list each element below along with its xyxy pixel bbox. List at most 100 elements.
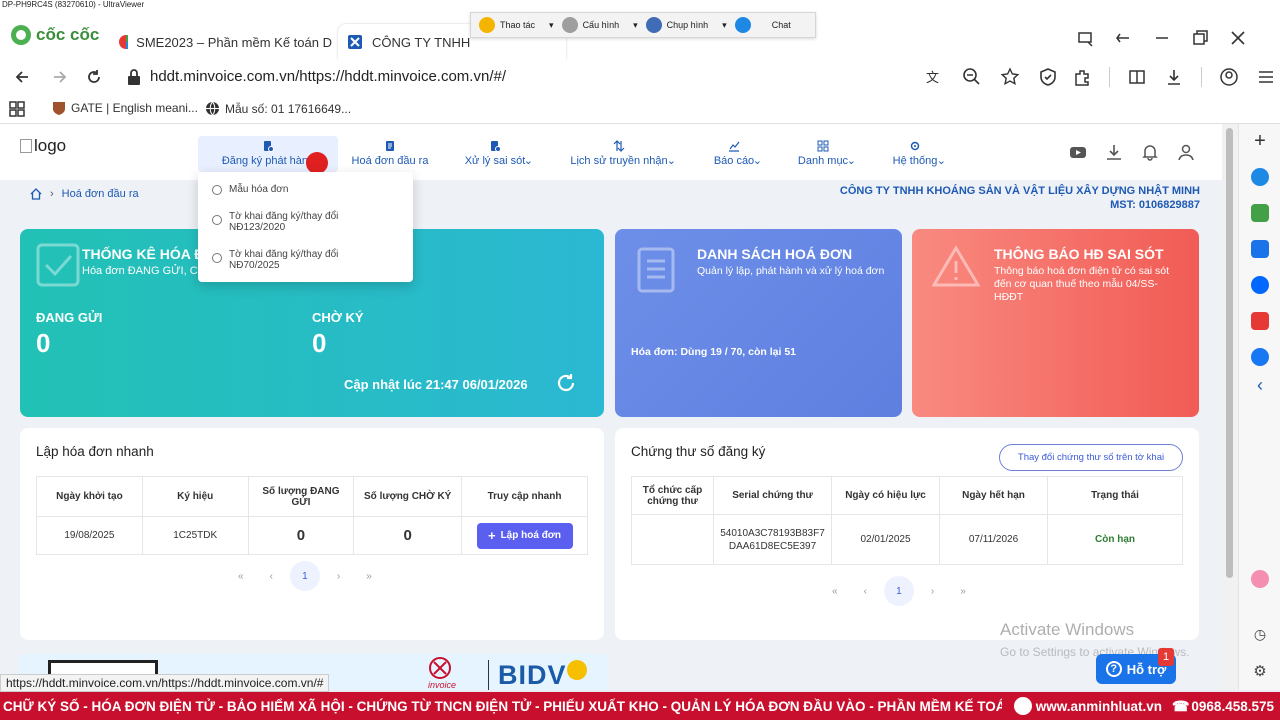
collapse-chevron-icon[interactable]: ‹ <box>1251 376 1269 394</box>
current-page[interactable]: 1 <box>289 561 320 591</box>
pending-value: 0 <box>312 328 327 358</box>
menu-danh-muc[interactable]: Danh mục ⌄ <box>788 136 858 172</box>
minimize-icon[interactable] <box>1152 28 1172 48</box>
reload-icon[interactable] <box>84 67 104 87</box>
uv-screenshot-button[interactable]: Chụp hình ▾ <box>645 17 727 33</box>
translate-app-icon[interactable] <box>1251 240 1269 258</box>
refresh-icon[interactable] <box>555 372 577 394</box>
window-controls <box>1076 28 1248 48</box>
user-icon[interactable] <box>1176 142 1196 162</box>
first-page-icon[interactable]: « <box>238 571 244 582</box>
menu-label: Lịch sử truyền nhận <box>570 155 668 167</box>
translate-icon[interactable]: 文 <box>924 67 944 87</box>
cell-symbol: 1C25TDK <box>141 516 249 555</box>
menu-he-thong[interactable]: Hệ thống ⌄ <box>882 136 948 172</box>
table-row[interactable]: 19/08/2025 1C25TDK 0 0 + Lập hoá đơn <box>36 516 588 555</box>
settings-icon[interactable]: ⚙ <box>1251 662 1269 680</box>
certificate-table: Tổ chức cấp chứng thư Serial chứng thư N… <box>631 476 1183 565</box>
dropdown-item-nd123[interactable]: Tờ khai đăng ký/thay đổi NĐ123/2020 <box>212 211 362 233</box>
quick-table: Ngày khởi tạo Ký hiệu Số lượng ĐANG GỬI … <box>36 476 588 555</box>
phone-icon: ☎ <box>1171 697 1190 714</box>
gear-icon <box>561 17 578 33</box>
history-icon[interactable]: ◷ <box>1251 626 1269 644</box>
home-icon[interactable] <box>30 188 42 200</box>
scrollbar-thumb[interactable] <box>1226 128 1233 578</box>
transfer-arrows-icon <box>613 140 625 152</box>
facebook-icon[interactable] <box>1251 348 1269 366</box>
stats-subtitle: Hóa đơn ĐANG GỬI, C <box>82 265 198 277</box>
reading-list-icon[interactable] <box>1076 28 1096 48</box>
forward-arrow-icon[interactable] <box>50 67 70 87</box>
uv-config-button[interactable]: Cấu hình ▾ <box>561 17 638 33</box>
page-scrollbar[interactable] <box>1222 124 1238 690</box>
first-page-icon[interactable]: « <box>832 586 838 597</box>
download-icon[interactable] <box>1164 67 1184 87</box>
logo[interactable]: logo <box>20 136 66 156</box>
menu-bao-cao[interactable]: Báo cáo ⌄ <box>704 136 764 172</box>
messenger-icon[interactable] <box>1251 168 1269 186</box>
game-icon[interactable] <box>1251 204 1269 222</box>
profile-icon[interactable] <box>1219 67 1239 87</box>
prev-page-icon[interactable]: ‹ <box>864 586 867 597</box>
warning-icon <box>932 245 980 287</box>
bookmark-mau-so[interactable]: Mẫu số: 01 17616649... <box>205 101 351 116</box>
url-text[interactable]: hddt.minvoice.com.vn/https://hddt.minvoi… <box>150 68 506 85</box>
current-page[interactable]: 1 <box>883 576 914 606</box>
ticker-phone[interactable]: 0968.458.575 <box>1191 699 1274 714</box>
download-icon[interactable] <box>1104 142 1124 162</box>
avatar[interactable] <box>1251 570 1269 588</box>
uv-actions-button[interactable]: Thao tác ▾ <box>479 17 554 33</box>
dropdown-item-nd70[interactable]: Tờ khai đăng ký/thay đổi NĐ70/2025 <box>212 249 362 271</box>
next-page-icon[interactable]: › <box>337 571 340 582</box>
hamburger-menu-icon[interactable] <box>1256 67 1276 87</box>
column-header: Ngày khởi tạo <box>36 476 143 517</box>
breadcrumb-current[interactable]: Hoá đơn đầu ra <box>62 188 139 200</box>
dropdown-label: Tờ khai đăng ký/thay đổi NĐ70/2025 <box>229 249 339 271</box>
zoom-out-icon[interactable] <box>962 67 982 87</box>
minvoice-tab-icon <box>348 35 362 49</box>
create-invoice-button[interactable]: + Lập hoá đơn <box>476 522 573 549</box>
extensions-icon[interactable] <box>1072 67 1092 87</box>
star-icon[interactable] <box>1000 67 1020 87</box>
table-row[interactable]: 54010A3C78193B83F7DAA61D8EC5E397 02/01/2… <box>631 514 1183 565</box>
next-page-icon[interactable]: › <box>931 586 934 597</box>
menu-lich-su-truyen-nhan[interactable]: Lịch sử truyền nhận ⌄ <box>560 136 678 172</box>
sme-tab-icon <box>119 35 129 49</box>
restore-icon[interactable] <box>1190 28 1210 48</box>
error-notice-card[interactable]: THÔNG BÁO HĐ SAI SÓT Thông báo hoá đơn đ… <box>912 229 1199 417</box>
lock-icon[interactable] <box>126 68 142 86</box>
radio-icon <box>212 215 222 225</box>
bookmark-label: Mẫu số: 01 17616649... <box>225 101 352 116</box>
bell-icon[interactable] <box>1140 142 1160 162</box>
browser-brand[interactable]: cốc cốc <box>10 24 99 46</box>
question-icon: ? <box>1105 661 1122 677</box>
add-icon[interactable]: + <box>1251 131 1269 151</box>
prev-page-icon[interactable]: ‹ <box>270 571 273 582</box>
registration-dropdown: Mẫu hóa đơn Tờ khai đăng ký/thay đổi NĐ1… <box>198 172 413 282</box>
youtube-app-icon[interactable] <box>1251 312 1269 330</box>
back-arrow-icon[interactable] <box>12 67 32 87</box>
browser-brand-label: cốc cốc <box>36 25 100 44</box>
bookmark-gate[interactable]: GATE | English meani... <box>52 101 198 115</box>
apps-grid-icon[interactable] <box>9 101 25 117</box>
change-certificate-button[interactable]: Thay đổi chứng thư số trên tờ khai <box>999 444 1183 471</box>
close-window-icon[interactable] <box>1228 28 1248 48</box>
uv-chat-button[interactable]: Chat <box>734 17 791 33</box>
menu-label: Hệ thống <box>892 155 938 167</box>
invoice-list-card[interactable]: DANH SÁCH HOÁ ĐƠN Quản lý lập, phát hành… <box>615 229 902 417</box>
shield-icon[interactable] <box>1038 67 1058 87</box>
tab-sme2023[interactable]: SME2023 – Phần mềm Kế toán D <box>112 24 332 60</box>
menu-xu-ly-sai-sot[interactable]: Xử lý sai sót ⌄ <box>455 136 535 172</box>
ticker-website[interactable]: www.anminhluat.vn <box>1036 699 1162 714</box>
last-page-icon[interactable]: » <box>366 571 372 582</box>
logo-alt-text: logo <box>34 136 67 155</box>
back-history-icon[interactable] <box>1114 28 1134 48</box>
menu-hoa-don-dau-ra[interactable]: Hoá đơn đầu ra <box>350 136 430 172</box>
gate-shield-icon <box>53 102 65 115</box>
last-page-icon[interactable]: » <box>960 586 966 597</box>
column-header: Ký hiệu <box>141 476 249 517</box>
zalo-icon[interactable] <box>1251 276 1269 294</box>
youtube-icon[interactable] <box>1068 142 1088 162</box>
dropdown-item-mau-hoa-don[interactable]: Mẫu hóa đơn <box>212 184 288 195</box>
split-view-icon[interactable] <box>1127 67 1147 87</box>
